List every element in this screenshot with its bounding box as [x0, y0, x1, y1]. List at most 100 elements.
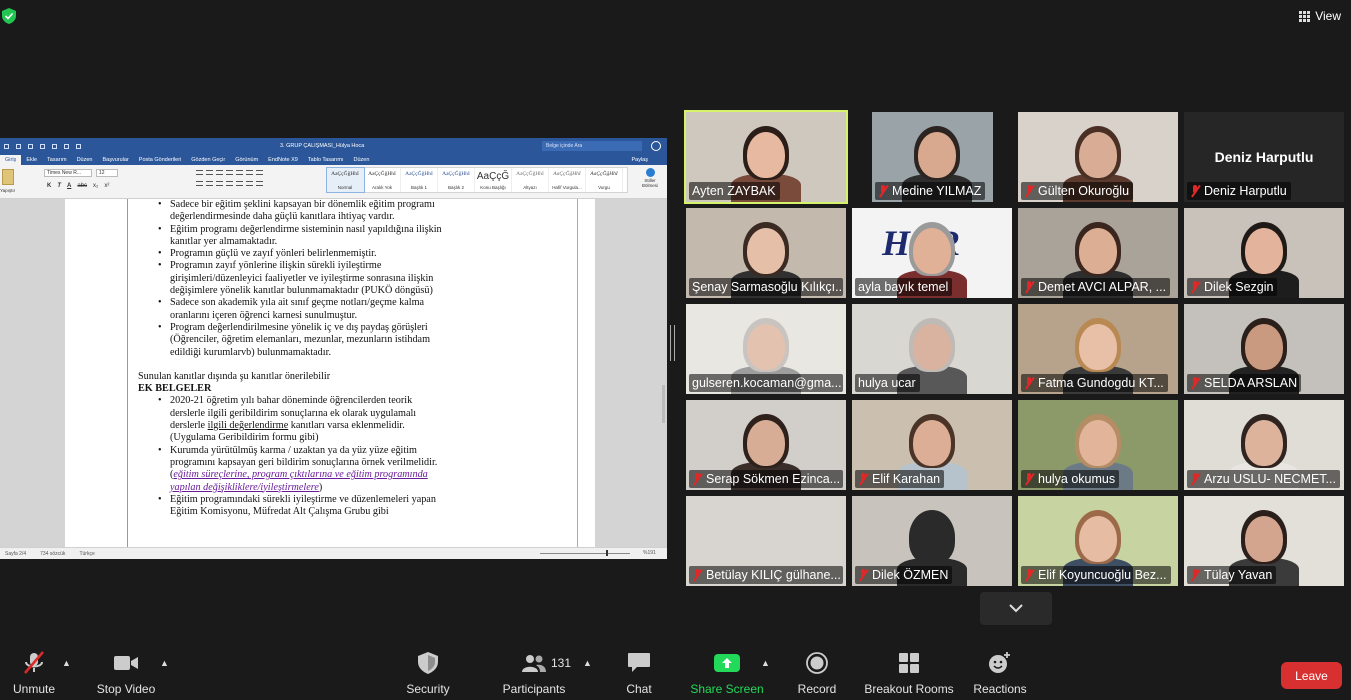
reactions-emoji-icon — [989, 652, 1010, 673]
participant-name: ayla bayık temel — [858, 280, 949, 294]
word-ribbon-tabs: Giriş Ekle Tasarım Düzen Başvurular Post… — [0, 155, 667, 165]
microphone-muted-icon — [1024, 377, 1035, 389]
more-videos-button[interactable] — [980, 592, 1052, 625]
participant-name: Dilek ÖZMEN — [872, 568, 949, 582]
superscript-button[interactable]: x² — [104, 183, 109, 189]
participant-video — [747, 516, 785, 562]
bold-button[interactable]: K — [47, 183, 51, 189]
video-tile[interactable]: Dilek ÖZMEN — [852, 496, 1012, 586]
style-normal[interactable]: AaÇçĞğHhI Normal — [326, 167, 365, 193]
record-button[interactable]: Record — [795, 648, 839, 700]
video-tile[interactable]: Tülay Yavan — [1184, 496, 1344, 586]
word-tab[interactable]: Görünüm — [230, 155, 263, 165]
participant-video — [1245, 228, 1283, 274]
word-search-box[interactable]: Belge içinde Ara — [542, 141, 642, 151]
share-options-caret[interactable]: ▲ — [761, 658, 770, 668]
participants-count: 131 — [551, 656, 572, 670]
chat-button[interactable]: Chat — [619, 648, 659, 700]
subscript-button[interactable]: x₂ — [93, 183, 98, 189]
share-screen-button[interactable]: Share Screen — [690, 648, 764, 700]
video-tile[interactable]: hulya okumus — [1018, 400, 1178, 490]
security-shield-icon[interactable] — [2, 8, 16, 24]
video-tile[interactable]: SELDA ARSLAN — [1184, 304, 1344, 394]
document-canvas[interactable]: Sadece bir eğitim şeklini kapsayan bir d… — [0, 199, 667, 547]
styles-pane-icon — [645, 168, 655, 177]
strikethrough-button[interactable]: abc — [77, 183, 87, 189]
video-tile[interactable]: Medine YILMAZ — [872, 112, 993, 202]
word-tab[interactable]: Başvurular — [97, 155, 133, 165]
style-no-spacing[interactable]: AaÇçĞğHhI Aralık Yok — [364, 168, 401, 192]
zoom-slider-knob[interactable] — [606, 550, 608, 556]
word-tab[interactable]: Posta Gönderileri — [134, 155, 187, 165]
word-tab[interactable]: Giriş — [0, 155, 22, 165]
zoom-slider[interactable] — [540, 553, 630, 554]
video-tile[interactable]: Demet AVCI ALPAR, ... — [1018, 208, 1178, 298]
word-tab[interactable]: Tasarım — [42, 155, 72, 165]
shared-screen-word-document[interactable]: 3. GRUP ÇALIŞMASI_Hülya Hoca Belge içind… — [0, 138, 667, 559]
stop-video-button[interactable]: Stop Video — [92, 648, 160, 700]
video-tile[interactable]: Gülten Okuroğlu — [1018, 112, 1178, 202]
word-tab[interactable]: Düzen — [349, 155, 375, 165]
participant-nameplate: Tülay Yavan — [1187, 566, 1277, 584]
word-share-button[interactable]: Paylaş — [626, 155, 653, 165]
meeting-toolbar: Unmute ▲ Stop Video ▲ Security Participa… — [0, 648, 1351, 700]
video-tile[interactable]: Elif Karahan — [852, 400, 1012, 490]
style-heading-1[interactable]: AaÇçĞğHhI Başlık 1 — [401, 168, 438, 192]
underline-button[interactable]: A — [67, 183, 71, 189]
video-tile[interactable]: Betülay KILIÇ gülhane... — [686, 496, 846, 586]
style-subtle-emphasis[interactable]: AaÇçĞğHhI Hafif Vurgula... — [549, 168, 586, 192]
word-tab[interactable]: EndNote X9 — [263, 155, 303, 165]
video-tile[interactable]: Serap Sökmen Ezinca... — [686, 400, 846, 490]
paste-icon[interactable] — [2, 169, 14, 185]
video-tile[interactable]: Dilek Sezgin — [1184, 208, 1344, 298]
style-heading-2[interactable]: AaÇçĞğHhI Başlık 2 — [438, 168, 475, 192]
quick-access-toolbar[interactable] — [0, 144, 81, 149]
video-camera-icon — [114, 656, 138, 670]
video-tile[interactable]: Deniz Harputlu Deniz Harputlu — [1184, 112, 1344, 202]
participant-name: hulya okumus — [1038, 472, 1116, 486]
word-tab[interactable]: Tablo Tasarımı — [303, 155, 349, 165]
doc-bullet: Programın zayıf yönlerine ilişkin sürekl… — [138, 260, 444, 297]
video-options-caret[interactable]: ▲ — [160, 658, 169, 668]
audio-options-caret[interactable]: ▲ — [62, 658, 71, 668]
security-button[interactable]: Security — [403, 648, 453, 700]
word-user-icon[interactable] — [651, 141, 661, 151]
styles-pane-button[interactable]: Stiller Bölmesi — [638, 168, 662, 188]
video-tile[interactable]: Elif Koyuncuoğlu Bez... — [1018, 496, 1178, 586]
font-size-select[interactable]: 12 — [96, 169, 118, 177]
breakout-rooms-button[interactable]: Breakout Rooms — [863, 648, 955, 700]
video-tile[interactable]: HERayla bayık temel — [852, 208, 1012, 298]
video-tile[interactable]: Arzu USLU- NECMET... — [1184, 400, 1344, 490]
document-text[interactable]: Sadece bir eğitim şeklini kapsayan bir d… — [138, 199, 444, 518]
video-tile[interactable]: Fatma Gundogdu KT... — [1018, 304, 1178, 394]
participant-video — [747, 420, 785, 466]
microphone-muted-icon — [1024, 569, 1035, 581]
reactions-button[interactable]: Reactions — [972, 648, 1028, 700]
font-name-select[interactable]: Times New R... — [44, 169, 92, 177]
view-button[interactable]: View — [1299, 6, 1341, 26]
participant-video — [913, 516, 951, 562]
italic-button[interactable]: T — [57, 183, 61, 189]
participant-name: Dilek Sezgin — [1204, 280, 1274, 294]
word-tab[interactable]: Gözden Geçir — [186, 155, 230, 165]
word-tab[interactable]: Düzen — [72, 155, 98, 165]
style-subtitle[interactable]: AaÇçĞğHhI Altyazı — [512, 168, 549, 192]
video-tile[interactable]: gulseren.kocaman@gma... — [686, 304, 846, 394]
microphone-muted-icon — [1190, 377, 1201, 389]
participants-options-caret[interactable]: ▲ — [583, 658, 592, 668]
doc-bullet: Eğitim programındaki sürekli iyileştirme… — [138, 494, 444, 519]
participant-name: hulya ucar — [858, 376, 916, 390]
unmute-button[interactable]: Unmute — [10, 648, 58, 700]
word-tab[interactable]: Ekle — [21, 155, 42, 165]
paragraph-buttons[interactable] — [196, 170, 266, 186]
doc-scrollbar[interactable] — [662, 385, 665, 423]
style-emphasis[interactable]: AaÇçĞğHhI Vurgu — [586, 168, 623, 192]
video-tile[interactable]: Ayten ZAYBAK — [684, 110, 848, 204]
video-tile[interactable]: hulya ucar — [852, 304, 1012, 394]
style-title[interactable]: AaÇçĞ Konu Başlığı — [475, 168, 512, 192]
microphone-muted-icon — [1190, 185, 1201, 197]
video-tile[interactable]: Şenay Sarmasoğlu Kılıkçı... — [686, 208, 846, 298]
leave-meeting-button[interactable]: Leave — [1281, 662, 1342, 689]
split-view-handle[interactable] — [670, 325, 675, 361]
microphone-muted-icon — [858, 569, 869, 581]
